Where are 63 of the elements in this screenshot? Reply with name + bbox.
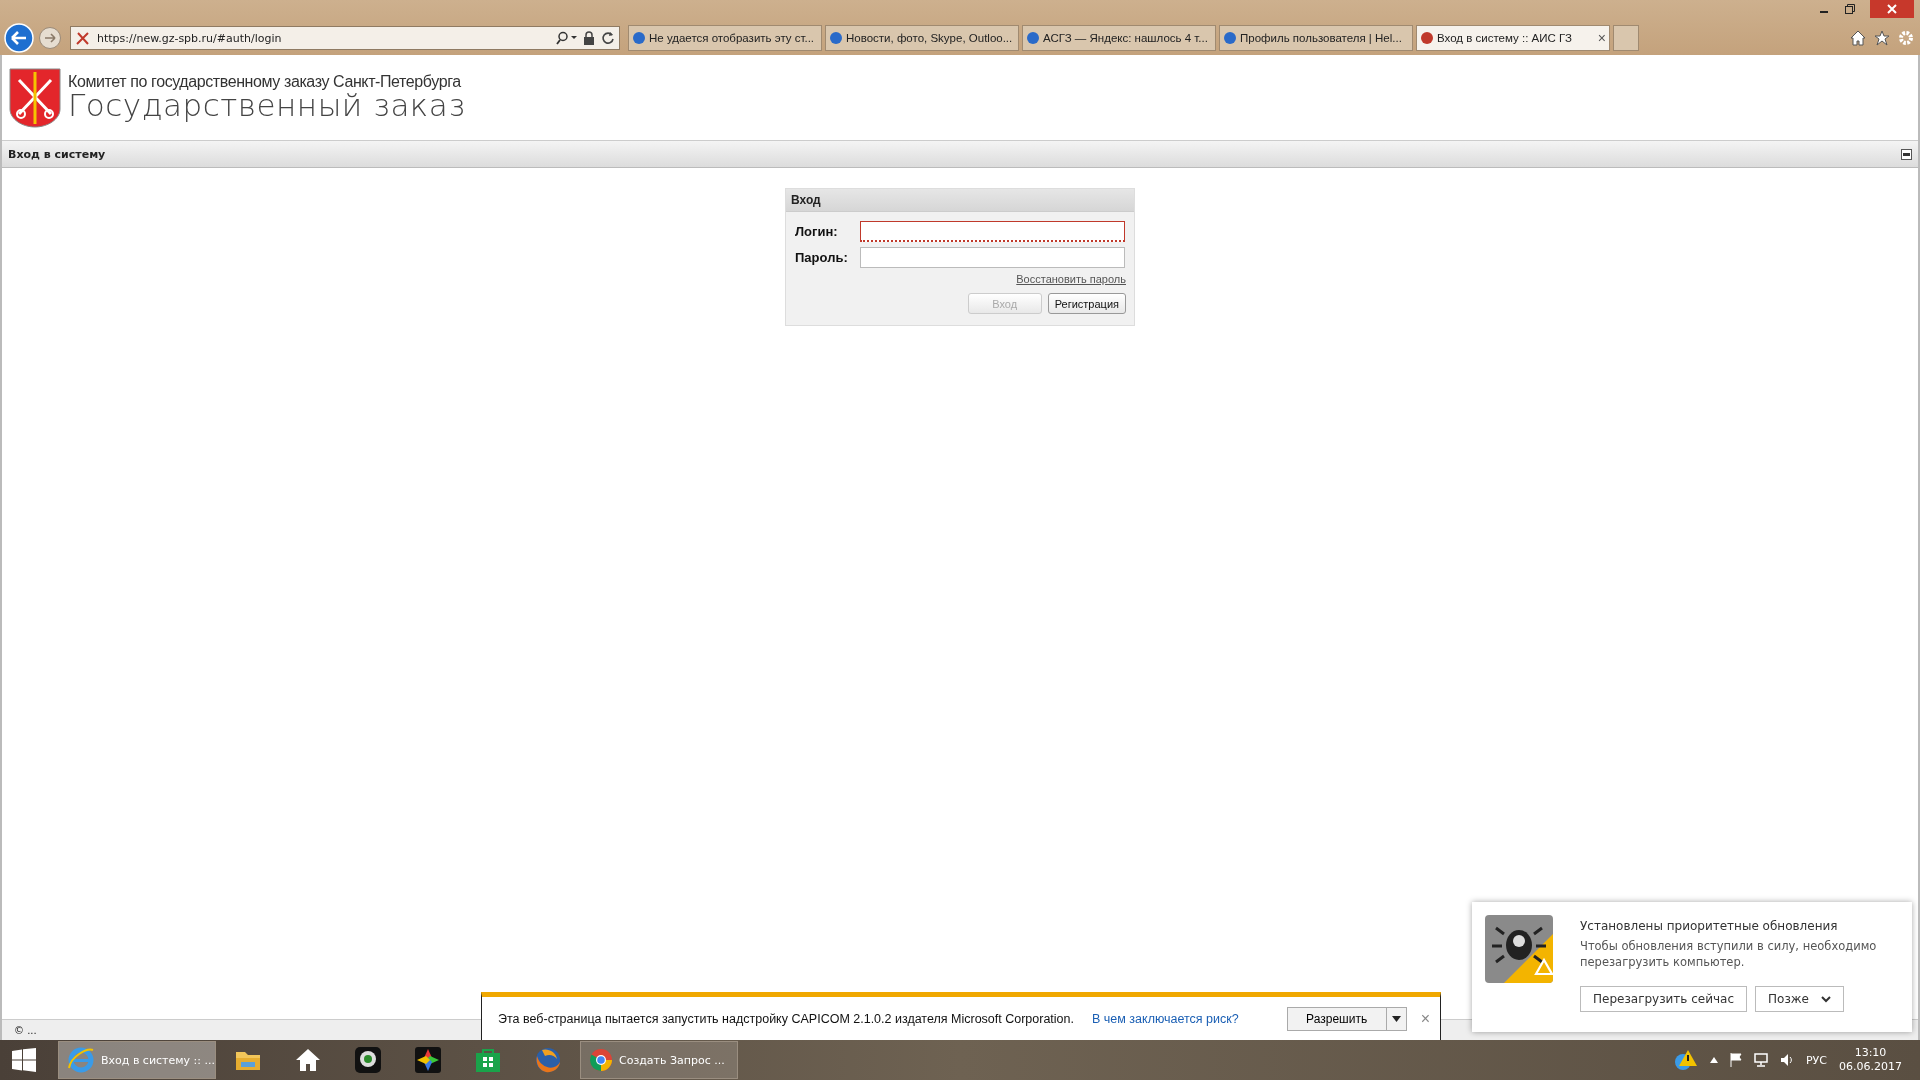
collapse-icon[interactable] bbox=[1901, 148, 1912, 160]
search-icon[interactable] bbox=[555, 31, 577, 45]
caret-up-icon[interactable] bbox=[1710, 1057, 1718, 1063]
risk-link[interactable]: В чем заключается риск? bbox=[1092, 1011, 1239, 1026]
browser-tab[interactable]: Профиль пользователя | Hel... bbox=[1219, 25, 1413, 51]
browser-tab[interactable]: Вход в систему :: АИС ГЗ × bbox=[1416, 25, 1610, 51]
field-label: Пароль: bbox=[795, 249, 849, 265]
flag-icon[interactable] bbox=[1730, 1053, 1742, 1067]
star-icon[interactable] bbox=[1874, 30, 1890, 46]
back-icon[interactable] bbox=[4, 23, 34, 53]
network-icon[interactable] bbox=[1754, 1053, 1768, 1067]
notification-title: Установлены приоритетные обновления bbox=[1580, 919, 1839, 933]
home-icon[interactable] bbox=[1850, 30, 1866, 46]
page-icon bbox=[1223, 31, 1237, 45]
notification-button[interactable]: Позже bbox=[1755, 986, 1844, 1013]
home-icon bbox=[294, 1046, 322, 1074]
field-label: Логин: bbox=[795, 223, 839, 239]
browser-tab[interactable]: Новости, фото, Skype, Outloo... bbox=[825, 25, 1019, 51]
clock[interactable]: 13:10 06.06.2017 bbox=[1839, 1045, 1902, 1075]
input-field[interactable] bbox=[860, 220, 1125, 242]
close-button[interactable]: × bbox=[1420, 1009, 1430, 1028]
input-field[interactable] bbox=[860, 246, 1125, 268]
browser-tab[interactable]: Не удается отобразить эту ст... bbox=[628, 25, 822, 51]
taskbar-item[interactable]: Вход в систему :: ... bbox=[58, 1041, 216, 1079]
caret-icon bbox=[1391, 1015, 1401, 1022]
chrome-icon bbox=[589, 1048, 613, 1072]
taskbar-item[interactable]: Создать Запрос ... bbox=[580, 1041, 738, 1079]
page-icon bbox=[632, 31, 646, 45]
tab-close-button[interactable]: × bbox=[1597, 30, 1606, 46]
notification-button[interactable]: Перезагрузить сейчас bbox=[1580, 986, 1748, 1013]
volume-icon[interactable] bbox=[1780, 1053, 1794, 1067]
status-text: © ... bbox=[14, 1024, 37, 1036]
site-title: Государственный заказ bbox=[68, 90, 466, 121]
fox-globe-icon bbox=[534, 1046, 562, 1074]
form-button[interactable]: Регистрация bbox=[1047, 293, 1126, 314]
spider-warning-icon bbox=[1484, 914, 1554, 984]
webcam-icon bbox=[354, 1046, 382, 1074]
allow-button[interactable]: Разрешить bbox=[1286, 1006, 1387, 1031]
warning-icon[interactable] bbox=[1674, 1049, 1698, 1071]
close-icon[interactable] bbox=[1870, 0, 1914, 18]
windows-start-icon[interactable] bbox=[12, 1048, 36, 1072]
recover-password-link[interactable]: Восстановить пароль bbox=[1016, 273, 1126, 285]
panel-title: Вход bbox=[791, 193, 821, 207]
dropdown-button[interactable] bbox=[1386, 1006, 1407, 1031]
notification-message: Эта веб-страница пытается запустить надстройку CAPICOM 2.1.0.2 издателя Microsoft Corporation. bbox=[498, 1011, 1074, 1026]
refresh-icon[interactable] bbox=[601, 31, 615, 45]
e-logo-icon bbox=[67, 1046, 95, 1074]
shopping-bag-icon bbox=[474, 1046, 502, 1074]
page-icon bbox=[1026, 31, 1040, 45]
page-icon bbox=[829, 31, 843, 45]
page-icon bbox=[1420, 31, 1434, 45]
language-indicator[interactable]: РУС bbox=[1806, 1053, 1827, 1067]
restore-icon[interactable] bbox=[1844, 3, 1856, 15]
section-title: Вход в систему bbox=[8, 147, 106, 161]
chevron-icon bbox=[1821, 995, 1831, 1003]
color-tiles-icon bbox=[414, 1046, 442, 1074]
lock-icon[interactable] bbox=[583, 31, 595, 45]
address-bar[interactable]: https://new.gz-spb.ru/#auth/login bbox=[70, 26, 620, 50]
coat-of-arms-logo bbox=[9, 67, 61, 128]
notification-text: Чтобы обновления вступили в силу, необходимо перезагрузить компьютер. bbox=[1580, 938, 1878, 971]
url-text: https://new.gz-spb.ru/#auth/login bbox=[97, 31, 283, 45]
committee-name: Комитет по государственному заказу Санкт-Петербурга bbox=[68, 74, 462, 90]
browser-tab[interactable]: АСГЗ — Яндекс: нашлось 4 т... bbox=[1022, 25, 1216, 51]
